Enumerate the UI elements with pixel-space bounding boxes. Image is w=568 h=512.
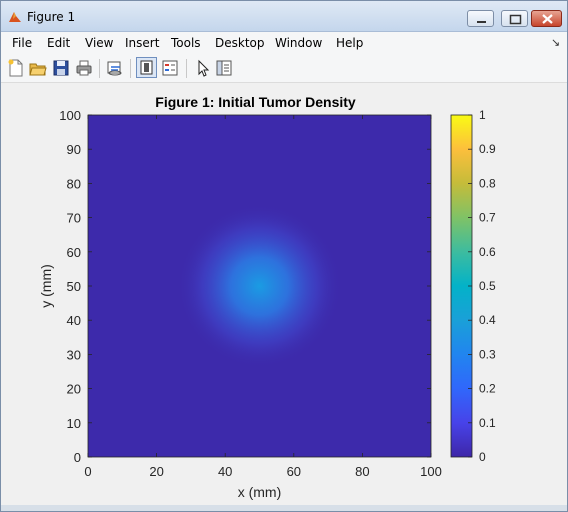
y-tick-label: 100 (59, 108, 81, 123)
menu-desktop[interactable]: Desktop (215, 36, 265, 50)
new-figure-icon[interactable] (7, 59, 25, 77)
x-tick-label: 80 (355, 464, 369, 479)
colorbar-tick-label: 0.9 (479, 142, 496, 156)
x-tick-label: 0 (84, 464, 91, 479)
print-icon[interactable] (75, 59, 93, 77)
open-file-icon[interactable] (29, 59, 47, 77)
heatmap-plot[interactable]: 0 20 40 60 80 1000102030405060708090100Figure… (3, 84, 565, 504)
menu-help[interactable]: Help (336, 36, 363, 50)
minimize-icon (477, 21, 486, 23)
y-tick-label: 30 (67, 347, 81, 362)
figure-canvas: 0 20 40 60 80 100 0 10 20 30 40 50 60 70 80 90 100 Figure… (3, 84, 565, 504)
y-tick-label: 50 (67, 279, 81, 294)
y-tick-label: 40 (67, 313, 81, 328)
window-title: Figure 1 (27, 10, 76, 24)
y-tick-label: 10 (67, 416, 81, 431)
x-tick-label: 40 (218, 464, 232, 479)
toolbar-separator (130, 59, 131, 78)
matlab-icon (8, 10, 22, 24)
y-tick-label: 20 (67, 382, 81, 397)
menu-overflow-icon[interactable]: ↘ (551, 36, 560, 49)
menu-view[interactable]: View (85, 36, 113, 50)
y-tick-label: 80 (67, 176, 81, 191)
menu-window[interactable]: Window (275, 36, 322, 50)
colorbar-tick-label: 0.3 (479, 347, 496, 361)
minimize-button[interactable] (467, 10, 494, 27)
menu-bar: File Edit View Insert Tools Desktop Wind… (1, 32, 567, 54)
select-pointer-icon[interactable] (194, 59, 212, 77)
colorbar-toggle-icon[interactable] (136, 57, 157, 78)
colorbar-tick-label: 0.7 (479, 211, 496, 225)
maximize-button[interactable] (501, 10, 528, 27)
y-axis-label: y (mm) (38, 264, 54, 308)
status-strip (1, 505, 567, 511)
colorbar-tick-label: 0.1 (479, 416, 496, 430)
y-tick-label: 0 (74, 450, 81, 465)
y-tick-label: 90 (67, 142, 81, 157)
colorbar-tick-label: 0.4 (479, 313, 496, 327)
menu-edit[interactable]: Edit (47, 36, 70, 50)
x-tick-label: 60 (287, 464, 301, 479)
close-icon (542, 14, 553, 24)
save-icon[interactable] (52, 59, 70, 77)
x-axis-label: x (mm) (238, 484, 282, 500)
menu-tools[interactable]: Tools (171, 36, 201, 50)
figure-toolbar (1, 54, 567, 83)
legend-toggle-icon[interactable] (161, 59, 179, 77)
property-inspector-icon[interactable] (215, 59, 233, 77)
y-tick-label: 60 (67, 245, 81, 260)
menu-file[interactable]: File (12, 36, 32, 50)
x-tick-label: 20 (149, 464, 163, 479)
link-plot-icon[interactable] (106, 59, 124, 77)
colorbar-tick-label: 0.6 (479, 245, 496, 259)
menu-insert[interactable]: Insert (125, 36, 159, 50)
close-button[interactable] (531, 10, 562, 27)
colorbar-tick-label: 0 (479, 450, 486, 464)
colorbar-tick-label: 0.5 (479, 279, 496, 293)
figure-window: Figure 1 File Edit View Insert Tools Des… (0, 0, 568, 512)
colorbar-tick-label: 1 (479, 108, 486, 122)
chart-title: Figure 1: Initial Tumor Density (155, 94, 356, 110)
colorbar-tick-label: 0.8 (479, 176, 496, 190)
toolbar-separator (186, 59, 187, 78)
tumor-density-blob (177, 203, 342, 369)
y-tick-label: 70 (67, 211, 81, 226)
x-tick-label: 100 (420, 464, 442, 479)
title-bar[interactable]: Figure 1 (1, 1, 567, 32)
maximize-icon (509, 14, 522, 25)
toolbar-separator (99, 59, 100, 78)
colorbar-tick-label: 0.2 (479, 382, 496, 396)
